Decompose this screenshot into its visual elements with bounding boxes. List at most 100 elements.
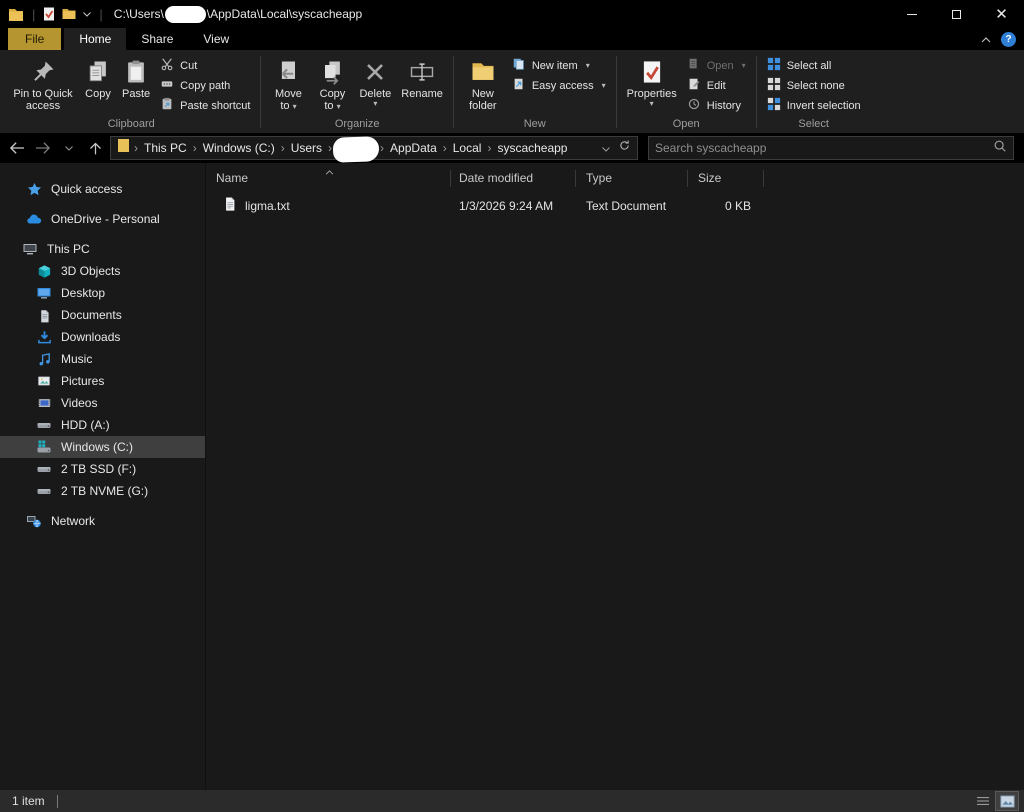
collapse-ribbon-button[interactable] bbox=[981, 30, 991, 48]
sidebar-item-label: 3D Objects bbox=[61, 264, 121, 278]
sidebar-item-quick-access[interactable]: Quick access bbox=[0, 178, 205, 200]
rename-button[interactable]: Rename bbox=[396, 53, 448, 100]
history-button[interactable]: History bbox=[682, 96, 751, 115]
paste-button[interactable]: Paste bbox=[117, 53, 155, 100]
help-button[interactable]: ? bbox=[1001, 31, 1016, 47]
qat-properties-button[interactable] bbox=[43, 7, 55, 21]
qat-customize-chevron-icon[interactable] bbox=[83, 11, 92, 17]
column-header-size[interactable]: Size bbox=[688, 170, 764, 187]
move-to-button[interactable]: Move to ▾ bbox=[266, 53, 310, 113]
tab-file[interactable]: File bbox=[8, 28, 62, 50]
button-label: Paste bbox=[122, 88, 151, 100]
back-button[interactable] bbox=[4, 136, 30, 160]
ribbon-group-label: Open bbox=[672, 118, 700, 130]
search-icon[interactable] bbox=[993, 139, 1007, 158]
qat-new-folder-button[interactable] bbox=[62, 8, 76, 20]
forward-button[interactable] bbox=[30, 136, 56, 160]
sidebar-item-label: Network bbox=[51, 514, 96, 528]
copy-to-icon bbox=[318, 55, 346, 88]
sidebar-item-network[interactable]: Network bbox=[0, 510, 205, 532]
button-label: Paste shortcut bbox=[180, 99, 251, 112]
network-icon bbox=[26, 513, 42, 529]
sidebar-item-hdd-a[interactable]: HDD (A:) bbox=[0, 414, 205, 436]
delete-button[interactable]: Delete ▾ bbox=[354, 53, 396, 108]
sidebar-item-downloads[interactable]: Downloads bbox=[0, 326, 205, 348]
select-none-icon bbox=[767, 77, 781, 94]
move-to-icon bbox=[274, 55, 302, 88]
invert-selection-button[interactable]: Invert selection bbox=[762, 96, 866, 115]
sidebar-item-label: Quick access bbox=[51, 182, 123, 196]
sidebar-item-label: Downloads bbox=[61, 330, 121, 344]
refresh-icon[interactable] bbox=[618, 139, 631, 157]
edit-button[interactable]: Edit bbox=[682, 76, 751, 95]
address-bar[interactable]: › This PC › Windows (C:) › Users › › App… bbox=[110, 135, 638, 163]
sidebar-item-desktop[interactable]: Desktop bbox=[0, 282, 205, 304]
open-button[interactable]: Open ▾ bbox=[682, 56, 751, 75]
close-button[interactable]: ✕ bbox=[979, 0, 1024, 28]
sidebar-item-nvme-g[interactable]: 2 TB NVME (G:) bbox=[0, 480, 205, 502]
address-dropdown-chevron-icon[interactable] bbox=[602, 139, 610, 157]
select-all-button[interactable]: Select all bbox=[762, 56, 866, 75]
sidebar-item-label: Documents bbox=[61, 308, 122, 322]
breadcrumb-item-appdata[interactable]: AppData bbox=[388, 141, 439, 155]
redacted-username-blob bbox=[332, 135, 380, 163]
sidebar-item-ssd-f[interactable]: 2 TB SSD (F:) bbox=[0, 458, 205, 480]
minimize-button[interactable] bbox=[889, 0, 934, 28]
button-label: Invert selection bbox=[786, 99, 861, 112]
file-row[interactable]: ligma.txt 1/3/2026 9:24 AM Text Document… bbox=[206, 194, 1024, 217]
status-bar: 1 item bbox=[0, 790, 1024, 812]
copy-path-button[interactable]: Copy path bbox=[155, 76, 255, 95]
copy-to-button[interactable]: Copy to ▾ bbox=[310, 53, 354, 113]
tab-home[interactable]: Home bbox=[64, 28, 127, 50]
new-item-button[interactable]: New item ▾ bbox=[507, 56, 611, 75]
column-header-date-modified[interactable]: Date modified bbox=[451, 170, 576, 187]
breadcrumb-item-users[interactable]: Users bbox=[289, 141, 324, 155]
sidebar-item-this-pc[interactable]: This PC bbox=[0, 238, 205, 260]
search-input[interactable] bbox=[655, 141, 993, 155]
sidebar-item-videos[interactable]: Videos bbox=[0, 392, 205, 414]
sidebar-item-documents[interactable]: Documents bbox=[0, 304, 205, 326]
document-icon bbox=[36, 308, 52, 323]
button-label: Edit bbox=[706, 79, 726, 92]
breadcrumb-item-windows-c[interactable]: Windows (C:) bbox=[201, 141, 277, 155]
breadcrumb-item-syscacheapp[interactable]: syscacheapp bbox=[495, 141, 569, 155]
easy-access-icon bbox=[512, 77, 526, 94]
dropdown-caret-icon: ▾ bbox=[292, 102, 297, 111]
copy-button[interactable]: Copy bbox=[79, 53, 117, 100]
titlebar-path-suffix: \AppData\Local\syscacheapp bbox=[206, 7, 363, 21]
sidebar-item-label: OneDrive - Personal bbox=[51, 212, 160, 226]
file-date-modified: 1/3/2026 9:24 AM bbox=[459, 198, 554, 213]
sidebar-item-pictures[interactable]: Pictures bbox=[0, 370, 205, 392]
up-button[interactable] bbox=[82, 136, 108, 160]
button-label: Copy path bbox=[180, 79, 231, 92]
tab-view[interactable]: View bbox=[188, 28, 244, 50]
breadcrumb-item-local[interactable]: Local bbox=[451, 141, 484, 155]
easy-access-button[interactable]: Easy access ▾ bbox=[507, 76, 611, 95]
select-none-button[interactable]: Select none bbox=[762, 76, 866, 95]
breadcrumb-item-this-pc[interactable]: This PC bbox=[142, 141, 189, 155]
new-folder-button[interactable]: New folder bbox=[459, 53, 507, 112]
properties-icon bbox=[639, 55, 665, 88]
column-header-type[interactable]: Type bbox=[576, 170, 688, 187]
thumbnails-view-button[interactable] bbox=[995, 791, 1019, 811]
recent-locations-chevron-icon[interactable] bbox=[56, 136, 82, 160]
search-box[interactable] bbox=[648, 136, 1014, 160]
sidebar-item-music[interactable]: Music bbox=[0, 348, 205, 370]
tab-share[interactable]: Share bbox=[126, 28, 188, 50]
item-count: 1 item bbox=[12, 794, 45, 808]
sidebar-item-label: Videos bbox=[61, 396, 98, 410]
pin-to-quick-access-button[interactable]: Pin to Quick access bbox=[7, 53, 79, 112]
button-label: Rename bbox=[401, 88, 443, 100]
ribbon-group-new: New folder New item ▾ Easy access ▾ New bbox=[454, 51, 616, 133]
details-view-button[interactable] bbox=[972, 792, 994, 810]
ribbon-group-organize: Move to ▾ Copy to ▾ Delete ▾ Rename Orga… bbox=[261, 51, 452, 133]
sidebar-item-onedrive[interactable]: OneDrive - Personal bbox=[0, 208, 205, 230]
ribbon-group-clipboard: Pin to Quick access Copy Paste Cut Copy … bbox=[2, 51, 260, 133]
delete-x-icon bbox=[361, 55, 389, 88]
cut-button[interactable]: Cut bbox=[155, 56, 255, 75]
sidebar-item-3d-objects[interactable]: 3D Objects bbox=[0, 260, 205, 282]
paste-shortcut-button[interactable]: Paste shortcut bbox=[155, 96, 255, 115]
properties-button[interactable]: Properties ▾ bbox=[622, 53, 682, 108]
sidebar-item-windows-c[interactable]: Windows (C:) bbox=[0, 436, 205, 458]
maximize-button[interactable] bbox=[934, 0, 979, 28]
